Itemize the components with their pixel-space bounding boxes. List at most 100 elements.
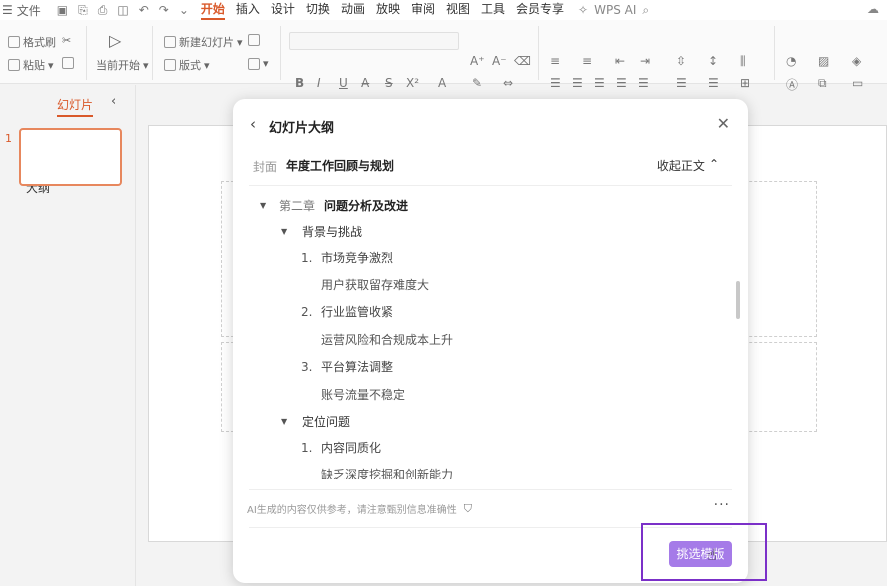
- collapse-triangle-icon[interactable]: ▼: [260, 201, 270, 210]
- slide-thumbnail[interactable]: [19, 128, 122, 186]
- tab-slides[interactable]: 幻灯片: [57, 96, 94, 117]
- collapse-body-button[interactable]: 收起正文 ⌃: [657, 157, 719, 174]
- export-icon[interactable]: ⎘: [78, 3, 88, 18]
- text-direction-icon[interactable]: ⇳: [676, 54, 686, 68]
- item-title: 平台算法调整: [321, 360, 394, 374]
- distribute-icon[interactable]: ☰: [638, 76, 649, 90]
- more-quick-icon[interactable]: ⌄: [179, 3, 189, 17]
- arrange-icon[interactable]: ⧉: [818, 76, 827, 91]
- tab-transitions[interactable]: 切换: [306, 0, 330, 20]
- vertical-align-icon[interactable]: ☰: [676, 76, 687, 90]
- section-row[interactable]: ▼ 定位问题: [281, 413, 350, 430]
- file-menu-label: 文件: [16, 3, 41, 18]
- scrollbar-thumb[interactable]: [736, 281, 740, 319]
- back-icon[interactable]: ‹: [250, 115, 256, 133]
- underline-icon[interactable]: U: [339, 76, 348, 90]
- tab-home[interactable]: 开始: [200, 0, 225, 20]
- decrease-font-icon[interactable]: A⁻: [492, 54, 507, 68]
- disclaimer-text: AI生成的内容仅供参考，请注意甄别信息准确性: [247, 505, 457, 516]
- file-menu[interactable]: ☰ 文件: [0, 2, 41, 19]
- ribbon-tabs: 开始 插入 设计 切换 动画 放映 审阅 视图 工具 会员专享: [200, 0, 564, 20]
- quick-access-toolbar: ▣ ⎘ ⎙ ◫ ↶ ↷ ⌄: [57, 3, 189, 18]
- outline-icon[interactable]: ▭: [852, 76, 863, 90]
- text-art-icon[interactable]: Ⓐ: [786, 76, 798, 93]
- print-icon[interactable]: ⎙: [98, 3, 108, 18]
- columns-icon[interactable]: ⫼: [740, 54, 746, 69]
- picture-icon[interactable]: ▨: [818, 54, 829, 68]
- tab-design[interactable]: 设计: [271, 0, 295, 20]
- align-center-icon[interactable]: ☰: [572, 76, 583, 90]
- print-preview-icon[interactable]: ◫: [117, 3, 128, 17]
- layout-label: 版式: [179, 59, 201, 72]
- collapse-triangle-icon[interactable]: ▼: [281, 227, 291, 236]
- tab-member[interactable]: 会员专享: [516, 0, 564, 20]
- bold-icon[interactable]: B: [295, 76, 304, 90]
- paste-button[interactable]: 粘贴 ▾: [8, 57, 54, 73]
- start-from-current-button[interactable]: 当前开始 ▾: [96, 57, 149, 73]
- close-icon[interactable]: ✕: [717, 114, 730, 133]
- list-item[interactable]: 3. 平台算法调整: [301, 358, 393, 375]
- item-title: 行业监管收紧: [321, 305, 394, 319]
- tab-view[interactable]: 视图: [446, 0, 470, 20]
- tab-slideshow[interactable]: 放映: [376, 0, 400, 20]
- save-icon[interactable]: ▣: [57, 3, 68, 17]
- char-spacing-icon[interactable]: ⇔: [503, 76, 513, 90]
- increase-font-icon[interactable]: A⁺: [470, 54, 485, 68]
- list-item-detail[interactable]: 用户获取留存难度大: [321, 276, 429, 293]
- justify-icon[interactable]: ☰: [616, 76, 627, 90]
- layout-icon: [164, 59, 176, 71]
- cut-button[interactable]: ✂: [62, 34, 71, 47]
- shapes-icon[interactable]: ◔: [786, 54, 796, 68]
- increase-indent-icon[interactable]: ⇥: [640, 54, 650, 68]
- chapter-row[interactable]: ▼ 第二章 问题分析及改进: [260, 197, 408, 214]
- text-fit-icon[interactable]: ☰: [708, 76, 719, 90]
- reuse-slide-button[interactable]: [248, 34, 260, 46]
- list-item-detail[interactable]: 缺乏深度挖掘和创新能力: [321, 466, 453, 479]
- section-row[interactable]: ▼ 背景与挑战: [281, 223, 362, 240]
- line-spacing-icon[interactable]: ↕: [708, 54, 718, 68]
- layout-button[interactable]: 版式 ▾: [164, 57, 210, 73]
- clear-format-icon[interactable]: ⌫: [514, 54, 531, 68]
- format-painter-button[interactable]: 格式刷: [8, 34, 56, 50]
- numbered-list-icon[interactable]: ≡: [582, 54, 592, 68]
- font-color-icon[interactable]: A: [438, 76, 446, 90]
- cover-title[interactable]: 年度工作回顾与规划: [286, 157, 394, 174]
- tab-review[interactable]: 审阅: [411, 0, 435, 20]
- collapse-triangle-icon[interactable]: ▼: [281, 417, 291, 426]
- align-right-icon[interactable]: ☰: [594, 76, 605, 90]
- copy-button[interactable]: [62, 57, 74, 69]
- list-item-detail[interactable]: 运营风险和合规成本上升: [321, 331, 453, 348]
- list-item[interactable]: 1. 市场竞争激烈: [301, 249, 393, 266]
- font-family-select[interactable]: [289, 32, 459, 50]
- highlight-icon[interactable]: ✎: [472, 76, 482, 90]
- tab-tools[interactable]: 工具: [481, 0, 505, 20]
- align-left-icon[interactable]: ☰: [550, 76, 561, 90]
- fill-icon[interactable]: ◈: [852, 54, 861, 68]
- redo-icon[interactable]: ↷: [159, 3, 169, 17]
- list-item-detail[interactable]: 账号流量不稳定: [321, 386, 405, 403]
- bullet-list-icon[interactable]: ≡: [550, 54, 560, 68]
- search-icon[interactable]: ⌕: [642, 3, 649, 18]
- strikethrough-icon[interactable]: A̶: [361, 76, 369, 90]
- cloud-icon[interactable]: ☁: [867, 2, 879, 16]
- item-number: 2.: [301, 304, 313, 319]
- wps-ai-button[interactable]: ✧ WPS AI ⌕: [578, 3, 649, 18]
- undo-icon[interactable]: ↶: [139, 3, 149, 17]
- tab-animations[interactable]: 动画: [341, 0, 365, 20]
- wps-ai-icon: ✧: [578, 3, 589, 17]
- section-button[interactable]: ▾: [248, 57, 269, 70]
- play-icon[interactable]: ▷: [109, 31, 121, 50]
- copy-icon: [62, 57, 74, 69]
- strikethrough-alt-icon[interactable]: S̶: [385, 76, 393, 90]
- decrease-indent-icon[interactable]: ⇤: [615, 54, 625, 68]
- list-item[interactable]: 2. 行业监管收紧: [301, 303, 393, 320]
- text-box-icon[interactable]: ⊞: [740, 76, 750, 90]
- shield-icon[interactable]: ⛉: [464, 502, 472, 516]
- new-slide-button[interactable]: 新建幻灯片 ▾: [164, 34, 243, 50]
- superscript-icon[interactable]: X²: [406, 76, 419, 90]
- list-item[interactable]: 1. 内容同质化: [301, 439, 381, 456]
- tab-insert[interactable]: 插入: [236, 0, 260, 20]
- italic-icon[interactable]: I: [317, 76, 321, 90]
- collapse-panel-icon[interactable]: ‹: [111, 94, 116, 109]
- more-options-button[interactable]: ···: [714, 497, 730, 513]
